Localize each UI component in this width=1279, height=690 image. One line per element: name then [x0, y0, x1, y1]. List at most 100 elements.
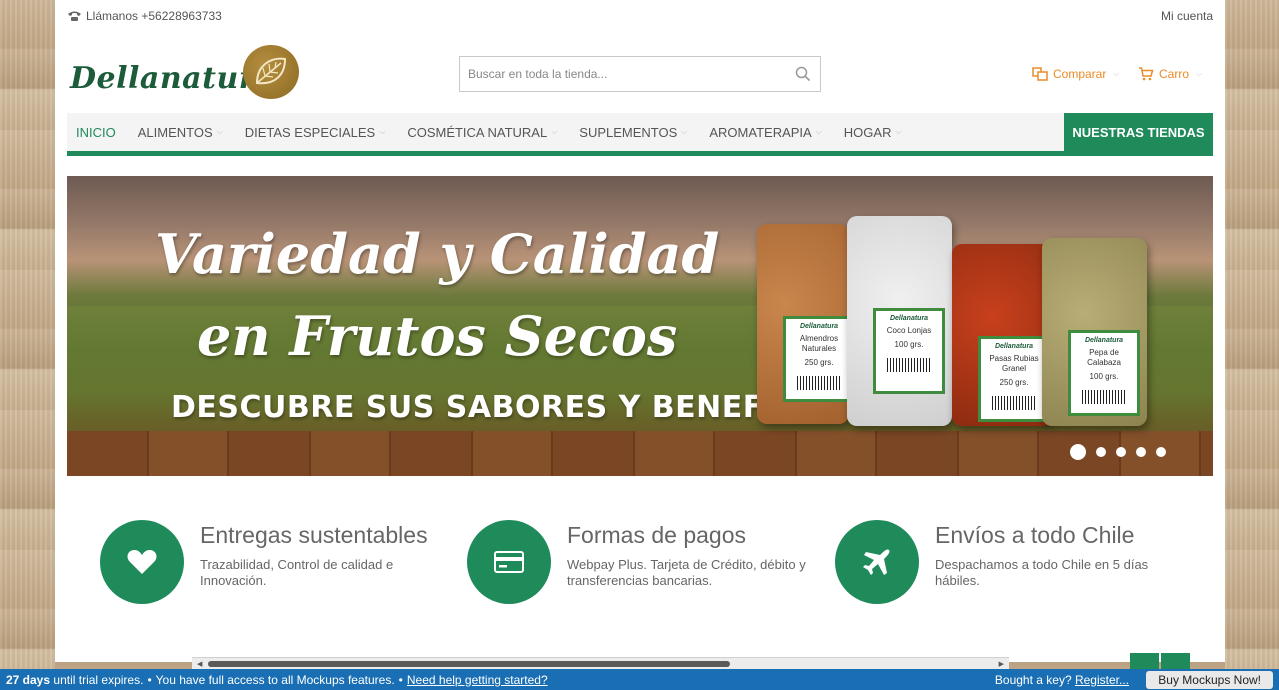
- feature-description: Despachamos a todo Chile en 5 días hábil…: [935, 557, 1149, 588]
- credit-card-icon: [494, 551, 524, 573]
- chevron-down-icon: ⌵: [815, 127, 822, 136]
- product-bag-pepa-calabaza: Dellanatura Pepa de Calabaza 100 grs.: [1042, 238, 1147, 426]
- product-weight: 100 grs.: [894, 340, 924, 349]
- product-bag-pasas: Dellanatura Pasas Rubias Granel 250 grs.: [952, 244, 1052, 426]
- product-name: Almendros Naturales: [799, 334, 839, 353]
- feature-icon-circle: [835, 520, 919, 604]
- nav-item-label: INICIO: [76, 124, 116, 140]
- product-brand: Dellanatura: [889, 315, 929, 322]
- feature-description: Webpay Plus. Tarjeta de Crédito, débito …: [567, 557, 806, 588]
- register-link[interactable]: Register...: [1075, 673, 1129, 687]
- banner-title-line2: en Frutos Secos: [197, 304, 678, 368]
- nav-item-alimentos[interactable]: ALIMENTOS ⌵: [138, 125, 223, 140]
- product-brand: Dellanatura: [994, 343, 1034, 350]
- main-nav: INICIO ALIMENTOS ⌵ DIETAS ESPECIALES ⌵ C…: [67, 113, 1213, 156]
- our-stores-button[interactable]: NUESTRAS TIENDAS: [1064, 113, 1213, 151]
- slider-dot-4[interactable]: [1136, 447, 1146, 457]
- airplane-icon: [863, 549, 890, 575]
- nav-item-suplementos[interactable]: SUPLEMENTOS ⌵: [579, 125, 687, 140]
- horizontal-scrollbar[interactable]: ◀ ▶: [192, 657, 1009, 669]
- product-label: Dellanatura Pasas Rubias Granel 250 grs.: [978, 336, 1050, 422]
- product-name: Pepa de Calabaza: [1087, 348, 1121, 367]
- product-weight: 250 grs.: [804, 358, 834, 367]
- slider-dot-2[interactable]: [1096, 447, 1106, 457]
- product-bag-almendros: Dellanatura Almendros Naturales 250 grs.: [757, 224, 855, 424]
- barcode-icon: [1082, 390, 1126, 404]
- phone-contact: Llámanos +56228963733: [67, 9, 222, 23]
- product-bag-coco: Dellanatura Coco Lonjas 100 grs.: [847, 216, 952, 426]
- search-input[interactable]: [460, 57, 780, 91]
- feature-payment-methods: Formas de pagos Webpay Plus. Tarjeta de …: [467, 520, 807, 610]
- banner-title-line1: Variedad y Calidad: [155, 222, 720, 286]
- product-label: Dellanatura Almendros Naturales 250 grs.: [783, 316, 855, 402]
- compare-label: Comparar: [1053, 67, 1107, 81]
- nav-item-inicio[interactable]: INICIO: [76, 125, 116, 140]
- barcode-icon: [797, 376, 841, 390]
- slider-dot-3[interactable]: [1116, 447, 1126, 457]
- my-account-link[interactable]: Mi cuenta: [1161, 9, 1213, 23]
- chevron-down-icon: ⌵: [1113, 69, 1120, 78]
- nav-item-label: AROMATERAPIA: [709, 124, 812, 140]
- heart-icon: [127, 550, 157, 574]
- trial-status-bar: 27 days until trial expires. • You have …: [0, 669, 1279, 690]
- page-container: Llámanos +56228963733 Mi cuenta Dellanat…: [55, 0, 1225, 662]
- nav-item-aromaterapia[interactable]: AROMATERAPIA ⌵: [709, 125, 821, 140]
- product-weight: 250 grs.: [999, 378, 1029, 387]
- chat-button[interactable]: [1161, 653, 1190, 669]
- chevron-down-icon: ⌵: [681, 127, 688, 136]
- slider-dot-5[interactable]: [1156, 447, 1166, 457]
- nav-item-label: SUPLEMENTOS: [579, 124, 678, 140]
- scroll-right-icon[interactable]: ▶: [999, 660, 1004, 668]
- phone-icon: [68, 11, 81, 21]
- feature-icon-circle: [100, 520, 184, 604]
- compare-icon: [1032, 67, 1048, 81]
- logo[interactable]: Dellanatura: [70, 45, 300, 101]
- nav-item-cosmetica-natural[interactable]: COSMÉTICA NATURAL ⌵: [407, 125, 557, 140]
- back-to-top-button[interactable]: [1130, 653, 1159, 669]
- nav-item-dietas-especiales[interactable]: DIETAS ESPECIALES ⌵: [245, 125, 386, 140]
- chevron-down-icon: ⌵: [216, 127, 223, 136]
- slider-dot-1[interactable]: [1070, 444, 1086, 460]
- feature-shipping-chile: Envíos a todo Chile Despachamos a todo C…: [835, 520, 1175, 610]
- topbar: Llámanos +56228963733 Mi cuenta: [67, 9, 1213, 25]
- feature-icon-circle: [467, 520, 551, 604]
- product-weight: 100 grs.: [1089, 372, 1119, 381]
- cart-label: Carro: [1159, 67, 1190, 81]
- search-box: [459, 56, 821, 92]
- feature-title: Envíos a todo Chile: [935, 522, 1135, 548]
- product-brand: Dellanatura: [799, 323, 839, 330]
- separator-bullet: •: [398, 672, 403, 687]
- scroll-left-icon[interactable]: ◀: [197, 660, 202, 668]
- barcode-icon: [992, 396, 1036, 410]
- wood-background-right: [1225, 0, 1279, 690]
- nav-item-hogar[interactable]: HOGAR ⌵: [844, 125, 902, 140]
- slider-dots: [1070, 444, 1166, 460]
- bought-key-text: Bought a key?: [994, 673, 1072, 687]
- nav-item-label: HOGAR: [843, 124, 892, 140]
- hero-banner[interactable]: Variedad y Calidad en Frutos Secos DESCU…: [67, 176, 1213, 476]
- feature-title: Entregas sustentables: [200, 522, 428, 548]
- chevron-down-icon: ⌵: [895, 127, 902, 136]
- trial-full-access-text: You have full access to all Mockups feat…: [155, 672, 395, 687]
- chevron-down-icon: ⌵: [379, 127, 386, 136]
- nav-item-label: COSMÉTICA NATURAL: [407, 124, 548, 140]
- scrollbar-thumb[interactable]: [208, 661, 730, 667]
- compare-button[interactable]: Comparar ⌵: [1032, 67, 1119, 81]
- logo-leaf-emblem: [243, 45, 299, 99]
- separator-bullet: •: [147, 672, 152, 687]
- cart-button[interactable]: Carro ⌵: [1138, 67, 1202, 81]
- nav-item-label: DIETAS ESPECIALES: [244, 124, 376, 140]
- nav-item-label: ALIMENTOS: [137, 124, 213, 140]
- feature-sustainable-delivery: Entregas sustentables Trazabilidad, Cont…: [100, 520, 440, 610]
- search-icon[interactable]: [795, 66, 811, 82]
- register-area: Bought a key? Register...: [995, 673, 1129, 687]
- product-brand: Dellanatura: [1084, 337, 1124, 344]
- help-link[interactable]: Need help getting started?: [407, 673, 548, 687]
- buy-mockups-button[interactable]: Buy Mockups Now!: [1146, 671, 1273, 689]
- phone-text: Llámanos +56228963733: [86, 9, 222, 23]
- banner-wood-table: [67, 431, 1213, 476]
- cart-icon: [1139, 67, 1154, 81]
- product-name: Pasas Rubias Granel: [989, 354, 1039, 373]
- product-name: Coco Lonjas: [886, 326, 932, 335]
- feature-description: Trazabilidad, Control de calidad e Innov…: [200, 557, 394, 588]
